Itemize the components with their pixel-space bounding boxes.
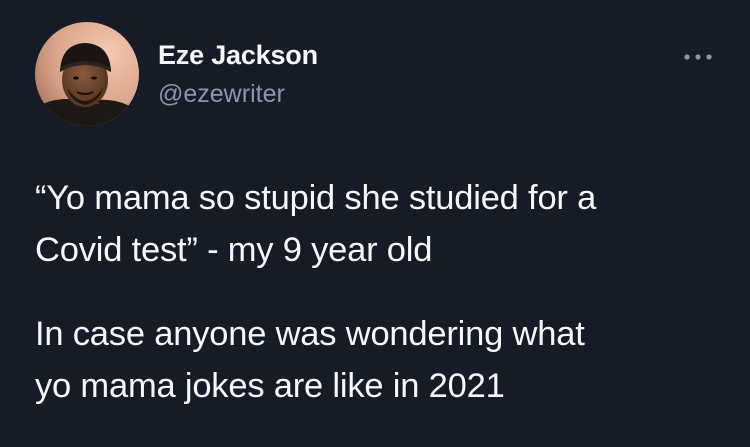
avatar[interactable]: [35, 22, 139, 126]
tweet-text-line: “Yo mama so stupid she studied for a: [35, 179, 597, 217]
user-handle[interactable]: @ezewriter: [158, 80, 285, 109]
tweet-text-line: In case anyone was wondering what: [35, 315, 585, 353]
more-horizontal-icon: [684, 54, 712, 60]
tweet-text-line: yo mama jokes are like in 2021: [35, 367, 505, 405]
tweet-text-line: Covid test” - my 9 year old: [35, 231, 433, 269]
tweet-card: Eze Jackson @ezewriter “Yo mama so stupi…: [0, 0, 750, 447]
tweet-text-paragraph-2: In case anyone was wondering what yo mam…: [35, 308, 735, 412]
display-name[interactable]: Eze Jackson: [158, 40, 318, 71]
profile-photo-icon: [35, 22, 139, 126]
more-options-button[interactable]: [680, 45, 716, 69]
tweet-text-paragraph-1: “Yo mama so stupid she studied for a Cov…: [35, 172, 735, 276]
